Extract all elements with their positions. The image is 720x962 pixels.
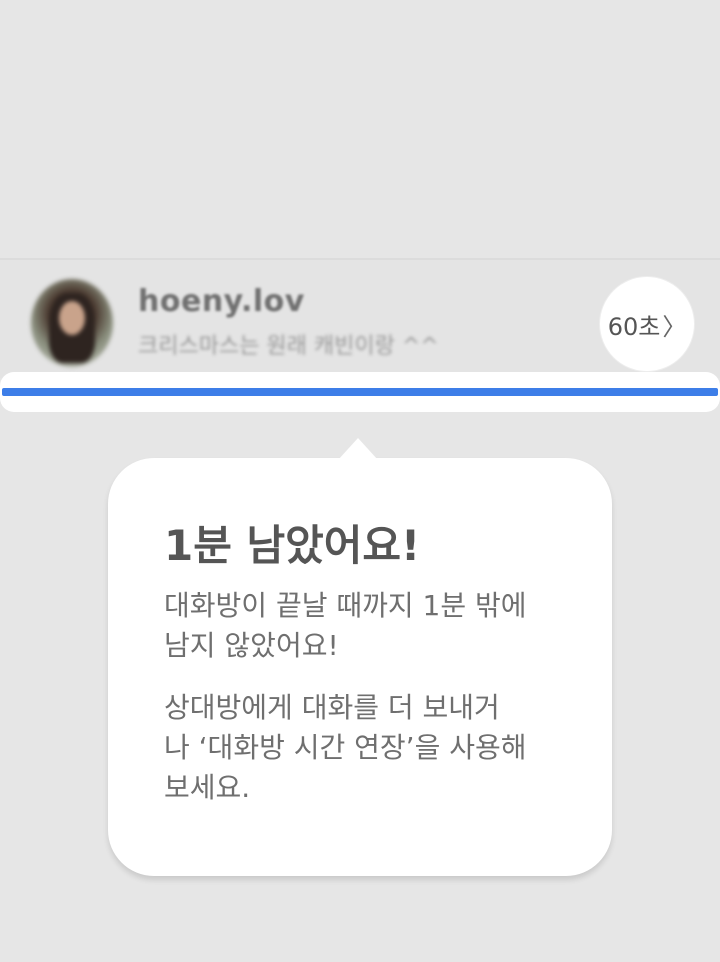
tooltip-paragraph-2: 상대방에게 대화를 더 보내거 나 ‘대화방 시간 연장’을 사용해 보세요.: [164, 688, 584, 808]
tooltip-text-line: 대화방이 끝날 때까지 1분 밖에: [164, 589, 527, 622]
chevron-right-icon: 〉: [662, 312, 687, 341]
last-message-preview: 크리스마스는 원래 캐빈이랑 ^^: [138, 334, 439, 359]
timer-label: 60초: [607, 312, 661, 341]
avatar-face: [59, 301, 85, 335]
avatar[interactable]: [31, 279, 113, 367]
tooltip-text-line: 상대방에게 대화를 더 보내거: [164, 691, 500, 724]
tooltip-text-line: 남지 않았어요!: [164, 629, 339, 662]
tooltip-arrow: [338, 438, 378, 460]
time-progress-fill: [2, 388, 718, 396]
time-remaining-button[interactable]: 60초 〉: [600, 277, 694, 371]
tooltip-text-line: 나 ‘대화방 시간 연장’을 사용해: [164, 731, 527, 764]
tooltip-text-line: 보세요.: [164, 771, 251, 804]
username: hoeny.lov: [138, 284, 305, 319]
tooltip-title: 1분 남았어요!: [164, 521, 421, 570]
tooltip-paragraph-1: 대화방이 끝날 때까지 1분 밖에 남지 않았어요!: [164, 586, 584, 666]
